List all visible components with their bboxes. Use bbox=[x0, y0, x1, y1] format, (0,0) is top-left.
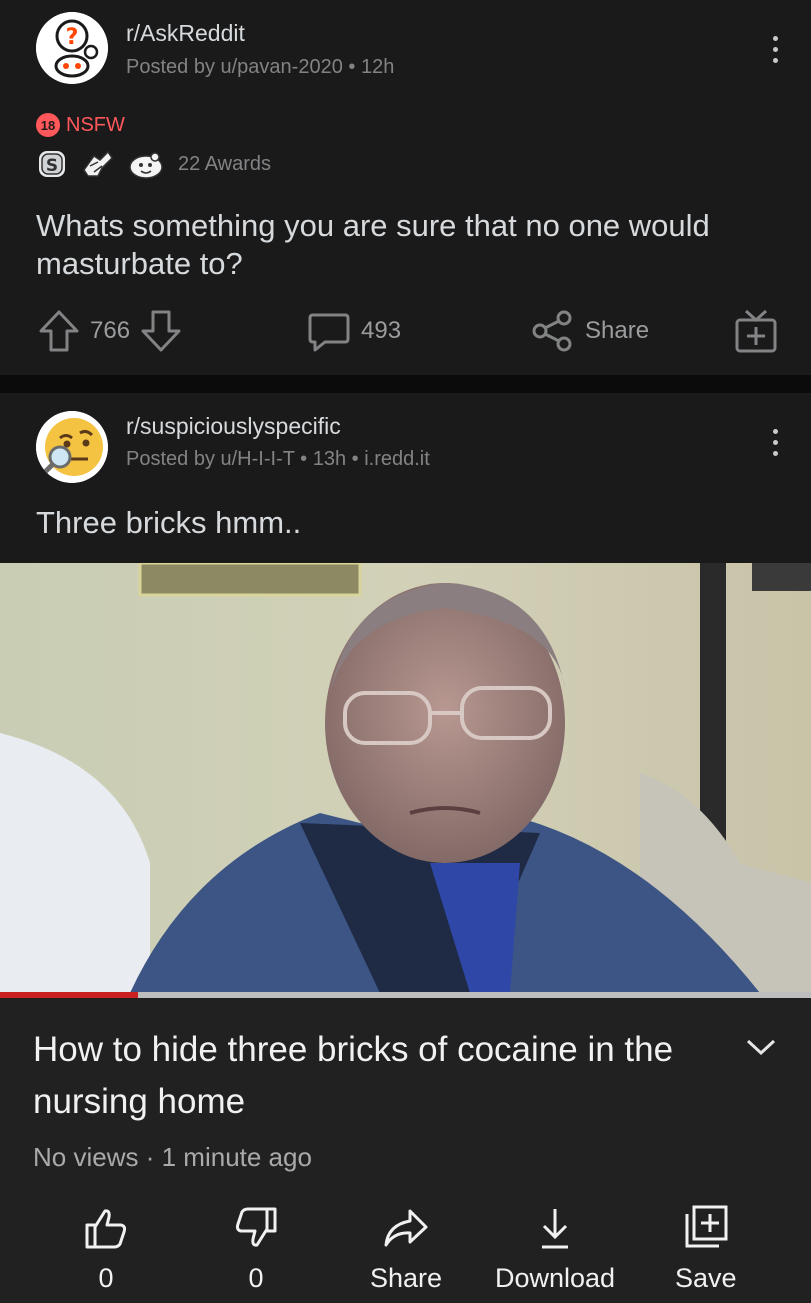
upvote-icon[interactable] bbox=[38, 309, 80, 353]
post-age: 13h bbox=[312, 448, 347, 470]
post-card-askreddit[interactable]: ? r/AskReddit Posted by u/pavan-2020 • 1… bbox=[0, 0, 811, 375]
wholesome-award-icon bbox=[129, 152, 163, 179]
meta-separator: • bbox=[351, 448, 365, 470]
share-button[interactable]: Share bbox=[531, 309, 649, 353]
download-label: Download bbox=[495, 1263, 616, 1293]
video-share-button[interactable]: Share bbox=[370, 1205, 442, 1294]
askreddit-avatar-icon[interactable]: ? bbox=[36, 12, 108, 84]
svg-text:S: S bbox=[46, 156, 58, 176]
upvote-count: 766 bbox=[90, 317, 131, 344]
posted-by[interactable]: Posted by u/H-I-I-T bbox=[126, 448, 295, 470]
post-card-suspiciouslyspecific[interactable]: r/suspiciouslyspecific Posted by u/H-I-I… bbox=[0, 393, 811, 563]
video-meta: No views · 1 minute ago bbox=[33, 1142, 312, 1173]
awards-count: 22 Awards bbox=[178, 152, 272, 175]
nsfw-label: NSFW bbox=[66, 113, 125, 136]
gift-award-icon bbox=[735, 309, 777, 353]
thumbs-up-icon bbox=[85, 1209, 127, 1249]
vote-group: 766 bbox=[38, 309, 182, 353]
subreddit-name[interactable]: r/suspiciouslyspecific bbox=[126, 413, 341, 440]
post-age: 12h bbox=[360, 56, 395, 78]
kebab-menu-icon[interactable] bbox=[773, 36, 779, 63]
post-title[interactable]: Three bricks hmm.. bbox=[36, 505, 301, 541]
awards-row[interactable]: S 22 Awards bbox=[36, 148, 271, 180]
meta-separator: · bbox=[145, 1142, 162, 1172]
video-progress-bar[interactable] bbox=[0, 991, 811, 999]
video-title[interactable]: How to hide three bricks of cocaine in t… bbox=[33, 1024, 713, 1128]
share-arrow-icon bbox=[384, 1209, 428, 1247]
suspicious-face-avatar-icon[interactable] bbox=[36, 411, 108, 483]
video-share-label: Share bbox=[370, 1263, 443, 1293]
dislike-count: 0 bbox=[248, 1263, 264, 1293]
download-button[interactable]: Download bbox=[495, 1205, 615, 1294]
meta-separator: • bbox=[300, 448, 313, 470]
post-meta: Posted by u/H-I-I-T • 13h • i.redd.it bbox=[126, 448, 430, 471]
video-views: No views bbox=[33, 1142, 139, 1172]
video-progress-fill bbox=[0, 992, 138, 998]
save-playlist-icon bbox=[685, 1205, 728, 1248]
post-meta: Posted by u/pavan-2020 • 12h bbox=[126, 56, 394, 79]
comments-button[interactable]: 493 bbox=[307, 309, 401, 353]
save-button[interactable]: Save bbox=[675, 1203, 737, 1294]
video-thumbnail bbox=[0, 563, 811, 993]
post-title[interactable]: Whats something you are sure that no one… bbox=[36, 207, 776, 283]
post-divider bbox=[0, 375, 811, 393]
post-action-bar: 766 493 Share bbox=[0, 305, 811, 357]
save-label: Save bbox=[675, 1263, 737, 1293]
nsfw-badge-icon: 18 bbox=[36, 113, 60, 137]
svg-text:?: ? bbox=[66, 25, 79, 50]
share-icon bbox=[532, 310, 572, 352]
post-domain[interactable]: i.redd.it bbox=[364, 448, 430, 470]
comment-count: 493 bbox=[361, 317, 402, 344]
helpful-award-icon bbox=[83, 150, 113, 177]
gift-award-button[interactable] bbox=[734, 307, 778, 355]
like-button[interactable]: 0 bbox=[83, 1205, 129, 1294]
kebab-menu-icon[interactable] bbox=[773, 429, 779, 456]
posted-by[interactable]: Posted by u/pavan-2020 bbox=[126, 56, 343, 78]
thumbs-down-icon bbox=[235, 1207, 277, 1247]
download-icon bbox=[542, 1209, 569, 1249]
share-label: Share bbox=[585, 317, 650, 344]
silver-award-icon: S bbox=[39, 151, 65, 177]
subreddit-name[interactable]: r/AskReddit bbox=[126, 20, 245, 47]
video-age: 1 minute ago bbox=[161, 1142, 312, 1172]
downvote-icon[interactable] bbox=[140, 309, 182, 353]
like-count: 0 bbox=[98, 1263, 114, 1293]
nsfw-tag: 18 NSFW bbox=[36, 113, 125, 137]
meta-separator: • bbox=[348, 56, 361, 78]
dislike-button[interactable]: 0 bbox=[233, 1205, 279, 1294]
comment-icon bbox=[308, 313, 350, 352]
chevron-down-icon[interactable] bbox=[744, 1036, 778, 1058]
